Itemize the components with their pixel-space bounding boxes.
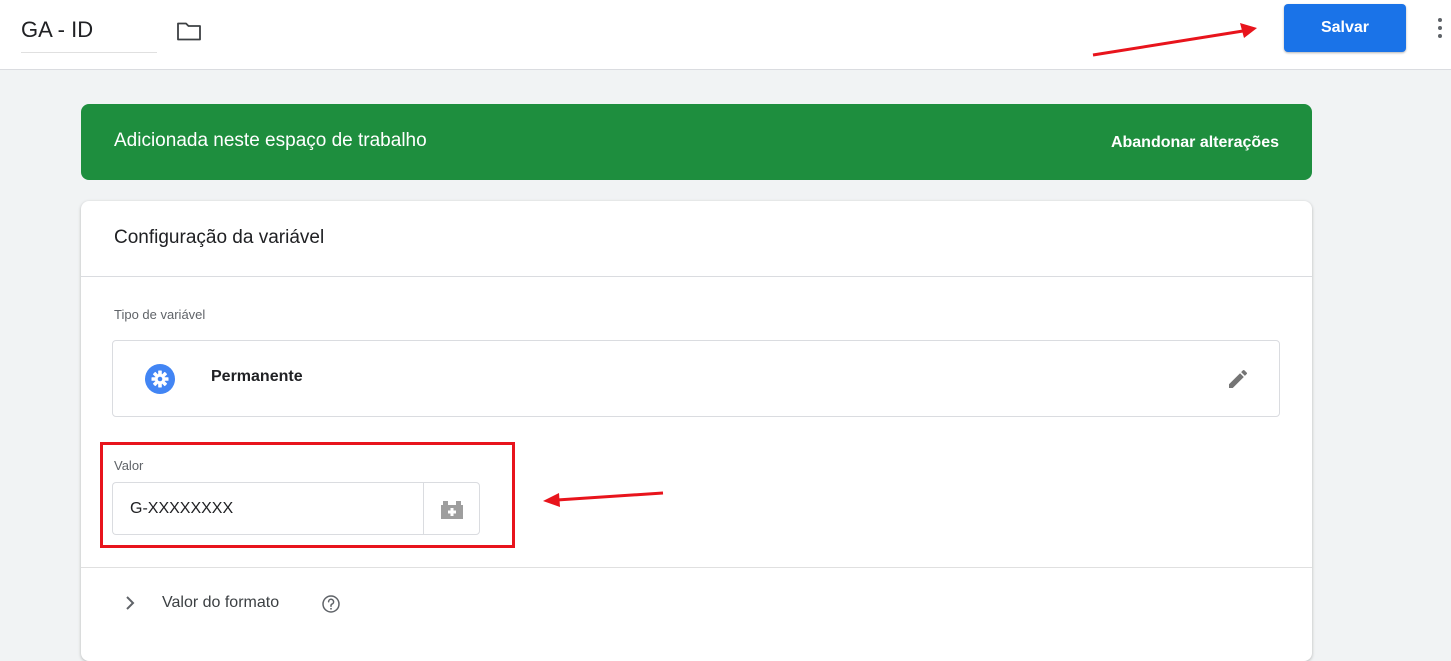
variable-name-field[interactable]: GA - ID — [21, 14, 157, 53]
help-icon[interactable] — [321, 594, 341, 614]
insert-variable-button[interactable] — [423, 482, 480, 535]
banner-message: Adicionada neste espaço de trabalho — [114, 130, 427, 151]
value-input[interactable] — [112, 482, 424, 535]
more-vert-icon[interactable] — [1433, 16, 1447, 40]
chevron-right-icon — [126, 596, 135, 610]
variable-block-icon — [441, 501, 463, 519]
format-value-label: Valor do formato — [162, 594, 280, 611]
workspace-status-banner: Adicionada neste espaço de trabalho Aban… — [81, 104, 1312, 180]
card-divider — [81, 567, 1312, 568]
format-value-toggle[interactable]: Valor do formato — [114, 586, 414, 620]
settings-gear-icon — [145, 364, 175, 394]
card-title: Configuração da variável — [114, 227, 325, 248]
variable-type-label: Tipo de variável — [114, 307, 206, 322]
save-button[interactable]: Salvar — [1284, 4, 1406, 52]
variable-type-name: Permanente — [211, 368, 303, 385]
card-header: Configuração da variável — [81, 201, 1312, 277]
value-label: Valor — [114, 458, 144, 473]
discard-changes-link[interactable]: Abandonar alterações — [1111, 134, 1279, 152]
variable-type-selector[interactable]: Permanente — [112, 340, 1280, 417]
edit-pencil-icon[interactable] — [1226, 367, 1250, 391]
variable-configuration-card: Configuração da variável Tipo de variáve… — [81, 201, 1312, 661]
top-bar: GA - ID Salvar — [0, 0, 1451, 70]
variable-name[interactable]: GA - ID — [21, 17, 93, 42]
folder-icon[interactable] — [176, 20, 202, 42]
